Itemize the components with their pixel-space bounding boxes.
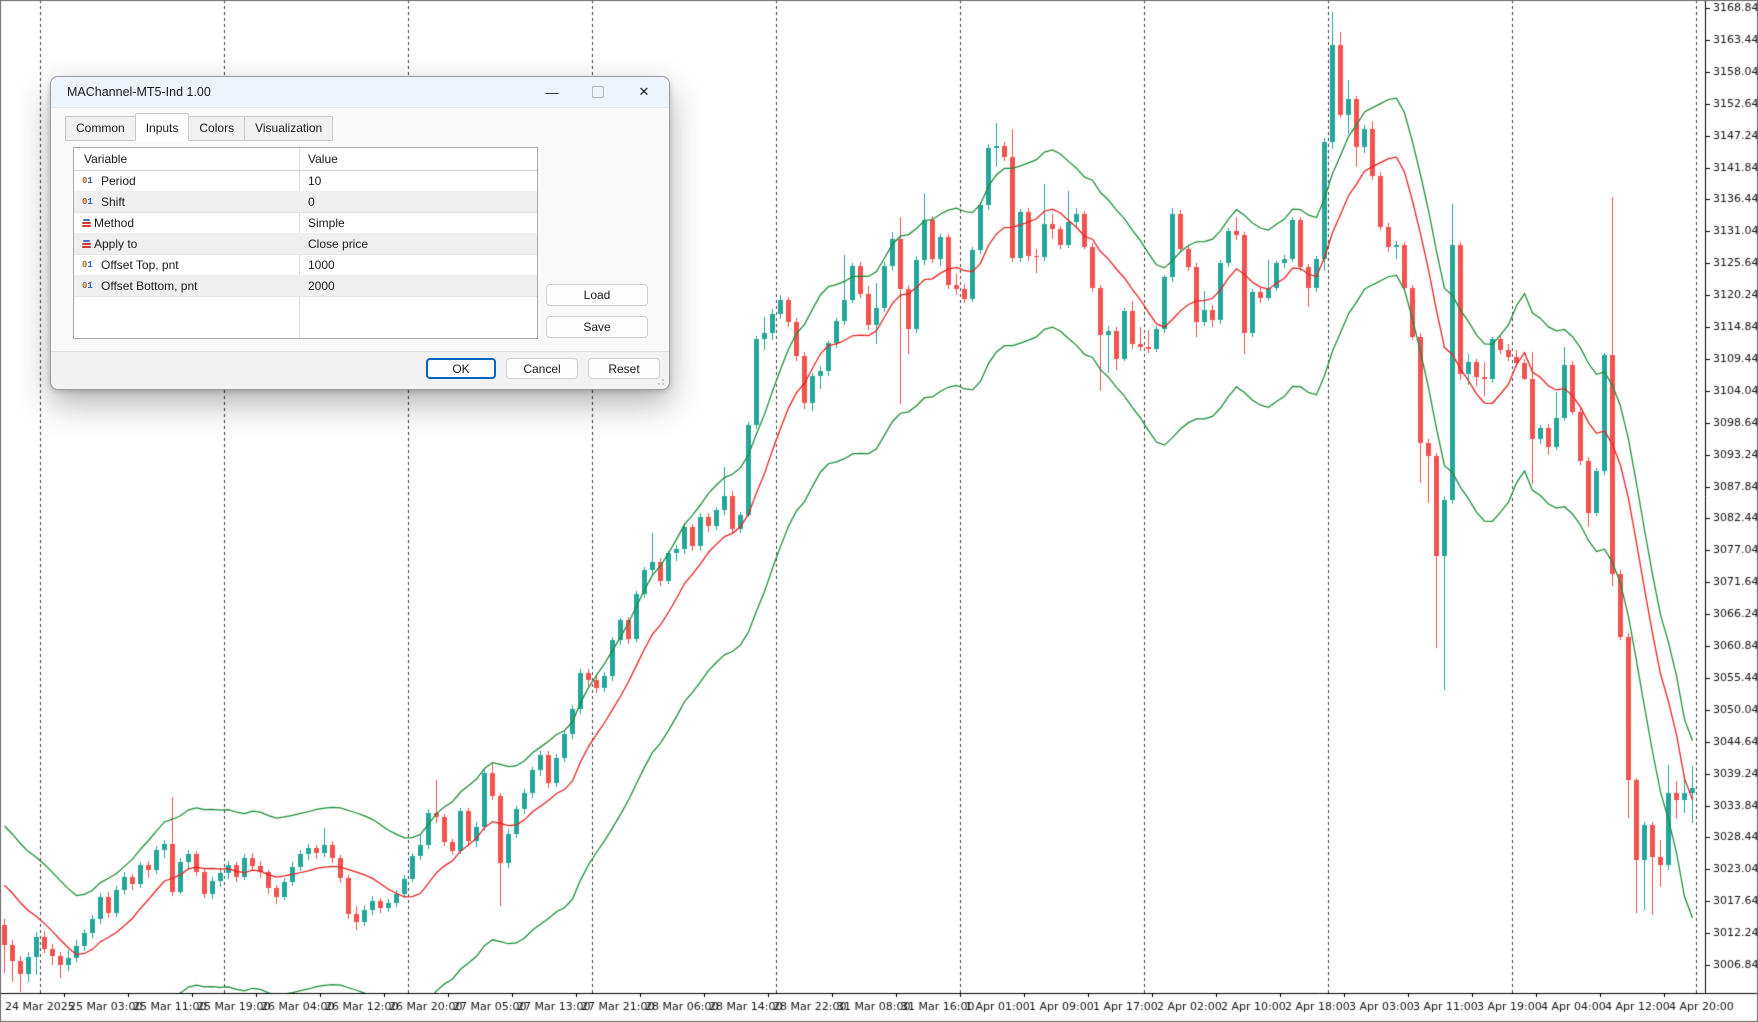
chart-stage: MAChannel-MT5-Ind 1.00 — ✕ CommonInputsC…	[0, 0, 1758, 1022]
param-row-apply-to[interactable]: Apply to Close price	[74, 233, 537, 255]
param-name: Shift	[101, 195, 125, 209]
param-value[interactable]: 1000	[299, 258, 537, 272]
int-param-icon: 01	[82, 281, 98, 291]
param-row-shift[interactable]: 01Shift 0	[74, 191, 537, 213]
maximize-icon	[592, 86, 604, 98]
column-header-variable: Variable	[74, 152, 299, 166]
param-row-method[interactable]: Method Simple	[74, 212, 537, 234]
param-value[interactable]: Simple	[299, 216, 537, 230]
int-param-icon: 01	[82, 197, 98, 207]
column-header-value: Value	[299, 152, 537, 166]
param-name: Apply to	[94, 237, 137, 251]
param-name: Offset Bottom, pnt	[101, 279, 198, 293]
minimize-button[interactable]: —	[529, 77, 575, 107]
tab-inputs[interactable]: Inputs	[135, 113, 190, 141]
save-button[interactable]: Save	[546, 316, 648, 338]
dialog-titlebar[interactable]: MAChannel-MT5-Ind 1.00 — ✕	[51, 77, 669, 108]
param-row-offset-bottom-pnt[interactable]: 01Offset Bottom, pnt 2000	[74, 275, 537, 297]
param-name: Offset Top, pnt	[101, 258, 179, 272]
reset-button[interactable]: Reset	[588, 358, 660, 379]
mt5-chart-window: { "dialog": { "title": "MAChannel-MT5-In…	[0, 0, 1758, 1022]
indicator-settings-dialog: MAChannel-MT5-Ind 1.00 — ✕ CommonInputsC…	[50, 76, 670, 390]
maximize-button	[575, 77, 621, 107]
param-name: Method	[94, 216, 134, 230]
close-button[interactable]: ✕	[621, 77, 667, 107]
enum-param-icon	[82, 240, 91, 248]
dialog-title: MAChannel-MT5-Ind 1.00	[67, 85, 211, 99]
load-button[interactable]: Load	[546, 284, 648, 306]
cancel-button[interactable]: Cancel	[506, 358, 578, 379]
param-value[interactable]: 0	[299, 195, 537, 209]
window-controls: — ✕	[529, 77, 667, 107]
dialog-tabs: CommonInputsColorsVisualization	[65, 115, 332, 141]
param-value[interactable]: Close price	[299, 237, 537, 251]
ok-button[interactable]: OK	[426, 358, 496, 379]
tab-visualization[interactable]: Visualization	[244, 116, 333, 141]
enum-param-icon	[82, 219, 91, 227]
param-value[interactable]: 2000	[299, 279, 537, 293]
param-value[interactable]: 10	[299, 174, 537, 188]
parameters-table: VariableValue01Period1001Shift0MethodSim…	[73, 147, 538, 339]
table-header-row: VariableValue	[74, 148, 537, 171]
tab-colors[interactable]: Colors	[188, 116, 245, 141]
int-param-icon: 01	[82, 176, 98, 186]
resize-grip-icon[interactable]	[654, 375, 664, 385]
param-row-offset-top-pnt[interactable]: 01Offset Top, pnt 1000	[74, 254, 537, 276]
param-name: Period	[101, 174, 136, 188]
param-row-period[interactable]: 01Period 10	[74, 170, 537, 192]
tab-common[interactable]: Common	[65, 116, 136, 141]
int-param-icon: 01	[82, 260, 98, 270]
